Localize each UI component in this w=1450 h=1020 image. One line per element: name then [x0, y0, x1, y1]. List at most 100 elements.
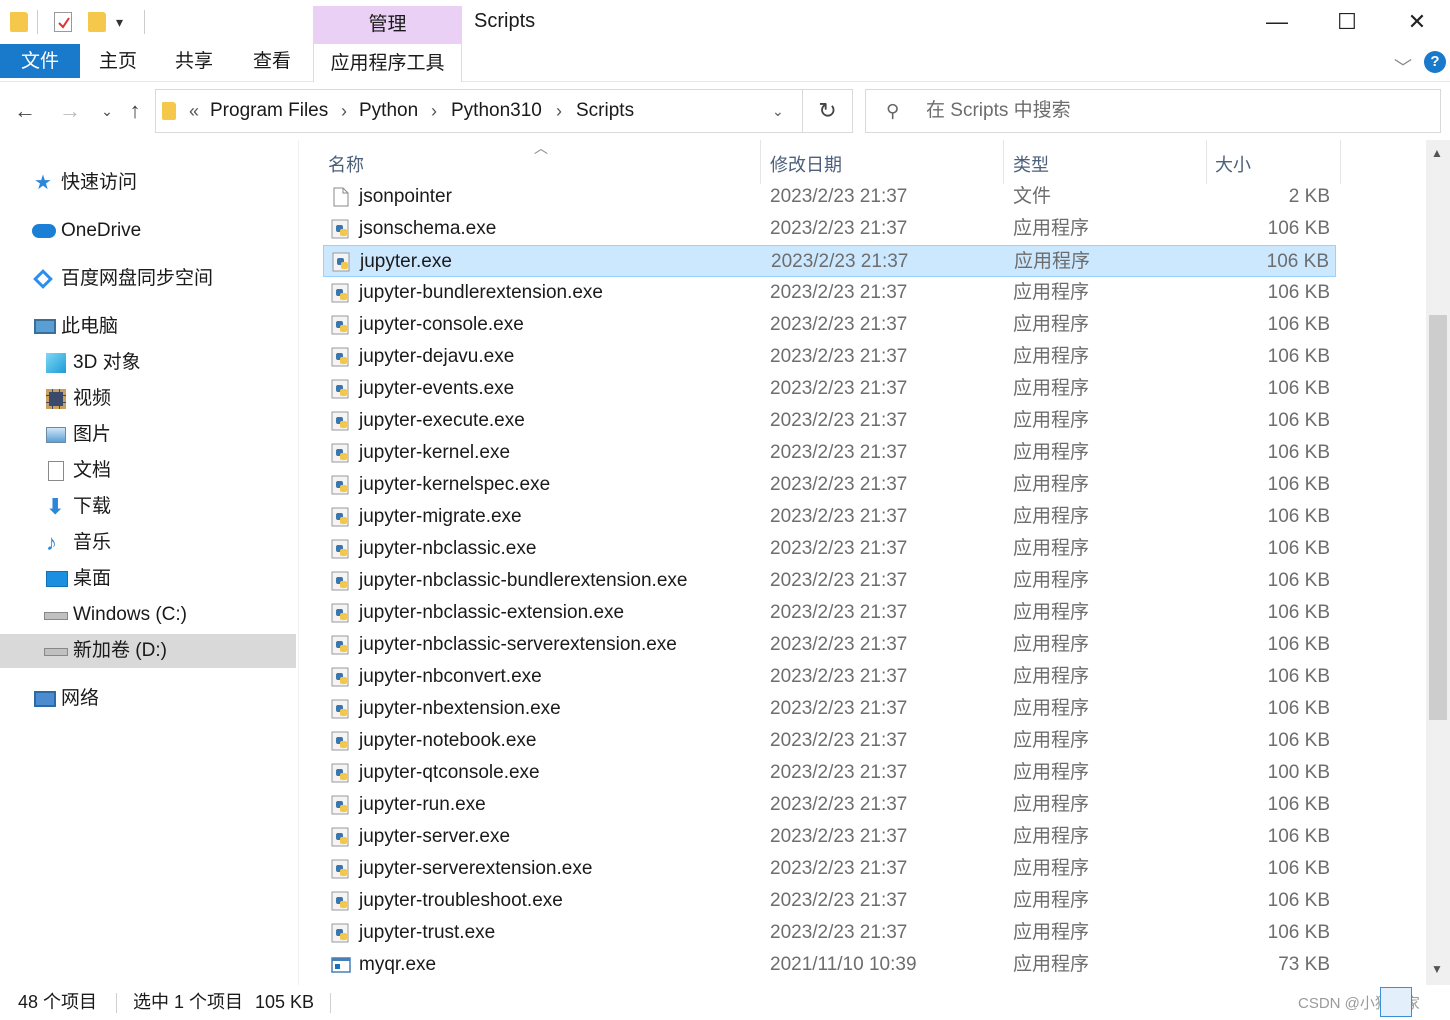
- sidebar-item-network[interactable]: 网络: [0, 682, 296, 716]
- chevron-right-icon[interactable]: ›: [431, 90, 437, 132]
- chevron-right-icon[interactable]: ›: [556, 90, 562, 132]
- sidebar-item-drive-c[interactable]: Windows (C:): [0, 598, 296, 632]
- table-row[interactable]: jupyter.exe 2023/2/23 21:37 应用程序 106 KB: [323, 245, 1336, 277]
- column-header-size[interactable]: 大小: [1215, 148, 1251, 182]
- file-name: jupyter-kernelspec.exe: [359, 474, 551, 495]
- file-size: 106 KB: [1267, 570, 1330, 591]
- tab-file[interactable]: 文件: [0, 44, 80, 78]
- sidebar-item-3d-objects[interactable]: 3D 对象: [0, 346, 296, 380]
- sidebar-item-documents[interactable]: 文档: [0, 454, 296, 488]
- column-header-date[interactable]: 修改日期: [770, 148, 842, 182]
- tab-app-tools-label: 应用程序工具: [330, 53, 445, 74]
- back-icon[interactable]: ←: [10, 96, 40, 126]
- details-view-icon[interactable]: [1380, 987, 1412, 1017]
- column-divider[interactable]: [1340, 140, 1341, 184]
- sidebar-item-baidu[interactable]: 百度网盘同步空间: [0, 262, 296, 296]
- sidebar-item-this-pc[interactable]: 此电脑: [0, 310, 296, 344]
- new-folder-icon[interactable]: [88, 12, 106, 32]
- tab-manage[interactable]: 管理: [313, 6, 462, 44]
- sidebar-item-videos[interactable]: 视频: [0, 382, 296, 416]
- table-row[interactable]: jupyter-console.exe 2023/2/23 21:37 应用程序 10…: [323, 309, 1336, 341]
- sidebar-item-drive-d[interactable]: 新加卷 (D:): [0, 634, 296, 668]
- help-icon[interactable]: ?: [1424, 51, 1446, 73]
- file-type: 应用程序: [1013, 634, 1090, 655]
- file-type: 应用程序: [1013, 538, 1090, 559]
- tab-view[interactable]: 查看: [240, 44, 304, 78]
- maximize-button[interactable]: ☐: [1312, 0, 1382, 44]
- table-row[interactable]: jupyter-execute.exe 2023/2/23 21:37 应用程序 10…: [323, 405, 1336, 437]
- tab-app-tools[interactable]: 应用程序工具: [313, 44, 462, 82]
- table-row[interactable]: jupyter-trust.exe 2023/2/23 21:37 应用程序 106 …: [323, 917, 1336, 949]
- pane-divider[interactable]: [298, 140, 299, 985]
- table-row[interactable]: jupyter-nbclassic-serverextension.exe 202…: [323, 629, 1336, 661]
- properties-icon[interactable]: [54, 12, 72, 32]
- sidebar-item-music[interactable]: ♪ 音乐: [0, 526, 296, 560]
- file-size: 106 KB: [1267, 538, 1330, 559]
- table-row[interactable]: jsonpointer 2023/2/23 21:37 文件 2 KB: [323, 181, 1336, 213]
- qat-divider: [37, 10, 38, 34]
- scrollbar-thumb[interactable]: [1429, 315, 1447, 720]
- forward-icon[interactable]: →: [55, 96, 85, 126]
- table-row[interactable]: jupyter-run.exe 2023/2/23 21:37 应用程序 106 KB: [323, 789, 1336, 821]
- table-row[interactable]: jupyter-kernelspec.exe 2023/2/23 21:37 应用程…: [323, 469, 1336, 501]
- column-header-type[interactable]: 类型: [1013, 148, 1049, 182]
- file-size: 106 KB: [1267, 698, 1330, 719]
- table-row[interactable]: jupyter-qtconsole.exe 2023/2/23 21:37 应用程序…: [323, 757, 1336, 789]
- table-row[interactable]: jsonschema.exe 2023/2/23 21:37 应用程序 106 KB: [323, 213, 1336, 245]
- search-input[interactable]: ⚲ 在 Scripts 中搜索: [865, 89, 1441, 133]
- table-row[interactable]: jupyter-nbclassic.exe 2023/2/23 21:37 应用程序…: [323, 533, 1336, 565]
- table-row[interactable]: jupyter-notebook.exe 2023/2/23 21:37 应用程序 1…: [323, 725, 1336, 757]
- tab-share[interactable]: 共享: [162, 44, 226, 78]
- table-row[interactable]: jupyter-dejavu.exe 2023/2/23 21:37 应用程序 106…: [323, 341, 1336, 373]
- ribbon-expand-icon[interactable]: ﹀: [1394, 54, 1412, 80]
- breadcrumb-program-files[interactable]: Program Files: [210, 90, 328, 132]
- table-row[interactable]: jupyter-serverextension.exe 2023/2/23 21:…: [323, 853, 1336, 885]
- breadcrumb-python[interactable]: Python: [359, 90, 418, 132]
- sidebar-item-onedrive[interactable]: OneDrive: [0, 214, 296, 248]
- table-row[interactable]: jupyter-nbextension.exe 2023/2/23 21:37 应用…: [323, 693, 1336, 725]
- address-dropdown-icon[interactable]: ⌄: [772, 90, 784, 132]
- column-divider[interactable]: [1206, 140, 1207, 184]
- sidebar-item-downloads[interactable]: ⬇ 下载: [0, 490, 296, 524]
- sidebar-item-desktop[interactable]: 桌面: [0, 562, 296, 596]
- table-row[interactable]: jupyter-events.exe 2023/2/23 21:37 应用程序 106…: [323, 373, 1336, 405]
- chevron-right-icon[interactable]: ›: [341, 90, 347, 132]
- baidu-icon: [33, 269, 53, 289]
- scroll-down-icon[interactable]: ▼: [1431, 962, 1443, 976]
- table-row[interactable]: jupyter-migrate.exe 2023/2/23 21:37 应用程序 10…: [323, 501, 1336, 533]
- minimize-button[interactable]: —: [1242, 0, 1312, 44]
- address-bar[interactable]: « Program Files › Python › Python310 › S…: [155, 89, 803, 133]
- item-count: 48 个项目: [18, 992, 98, 1012]
- table-row[interactable]: jupyter-nbconvert.exe 2023/2/23 21:37 应用程序…: [323, 661, 1336, 693]
- file-type: 应用程序: [1013, 730, 1090, 751]
- table-row[interactable]: jupyter-troubleshoot.exe 2023/2/23 21:37 应…: [323, 885, 1336, 917]
- breadcrumb-scripts[interactable]: Scripts: [576, 90, 634, 132]
- file-date: 2023/2/23 21:37: [770, 186, 908, 207]
- large-icons-view-icon[interactable]: [1416, 987, 1446, 1017]
- tab-home[interactable]: 主页: [86, 44, 150, 78]
- table-row[interactable]: jupyter-bundlerextension.exe 2023/2/23 21…: [323, 277, 1336, 309]
- column-header-name[interactable]: 名称: [328, 148, 364, 182]
- python-executable-icon: [331, 283, 351, 303]
- sidebar-item-quick-access[interactable]: ★ 快速访问: [0, 166, 296, 200]
- up-icon[interactable]: ↑: [120, 96, 150, 126]
- close-button[interactable]: ✕: [1382, 0, 1450, 44]
- column-divider[interactable]: [760, 140, 761, 184]
- scroll-up-icon[interactable]: ▲: [1431, 146, 1443, 160]
- recent-locations-icon[interactable]: ⌄: [92, 96, 122, 126]
- file-date: 2023/2/23 21:37: [770, 314, 908, 335]
- column-divider[interactable]: [1003, 140, 1004, 184]
- folder-icon: [162, 102, 176, 120]
- table-row[interactable]: jupyter-server.exe 2023/2/23 21:37 应用程序 106…: [323, 821, 1336, 853]
- vertical-scrollbar[interactable]: ▲ ▼: [1426, 140, 1450, 985]
- breadcrumb-overflow[interactable]: «: [189, 90, 199, 132]
- table-row[interactable]: jupyter-kernel.exe 2023/2/23 21:37 应用程序 106…: [323, 437, 1336, 469]
- table-row[interactable]: jupyter-nbclassic-extension.exe 2023/2/23…: [323, 597, 1336, 629]
- refresh-icon[interactable]: ↻: [803, 89, 853, 133]
- table-row[interactable]: jupyter-nbclassic-bundlerextension.exe 20…: [323, 565, 1336, 597]
- sidebar-item-pictures[interactable]: 图片: [0, 418, 296, 452]
- breadcrumb-python310[interactable]: Python310: [451, 90, 542, 132]
- file-type: 应用程序: [1013, 826, 1090, 847]
- qat-dropdown-icon[interactable]: ▾: [116, 14, 123, 31]
- table-row[interactable]: myqr.exe 2021/11/10 10:39 应用程序 73 KB: [323, 949, 1336, 981]
